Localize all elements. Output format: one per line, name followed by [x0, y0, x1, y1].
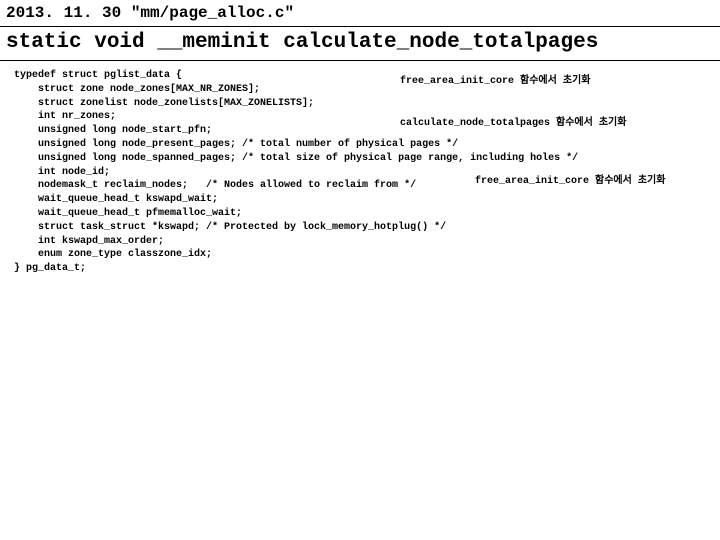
- annotation-free-area-init-core-1: free_area_init_core 함수에서 초기화: [400, 75, 590, 89]
- code-block: typedef struct pglist_data { struct zone…: [0, 61, 720, 532]
- header-date: 2013. 11. 30: [6, 4, 121, 22]
- annotation-free-area-init-core-2: free_area_init_core 함수에서 초기화: [475, 175, 665, 189]
- code-text: typedef struct pglist_data { struct zone…: [14, 70, 578, 274]
- header-file: "mm/page_alloc.c": [131, 4, 294, 22]
- title-text: static void __meminit calculate_node_tot…: [6, 31, 598, 54]
- title-line: static void __meminit calculate_node_tot…: [0, 27, 720, 61]
- header-line: 2013. 11. 30 "mm/page_alloc.c": [0, 0, 720, 27]
- annotation-calculate-node-totalpages: calculate_node_totalpages 함수에서 초기화: [400, 117, 626, 131]
